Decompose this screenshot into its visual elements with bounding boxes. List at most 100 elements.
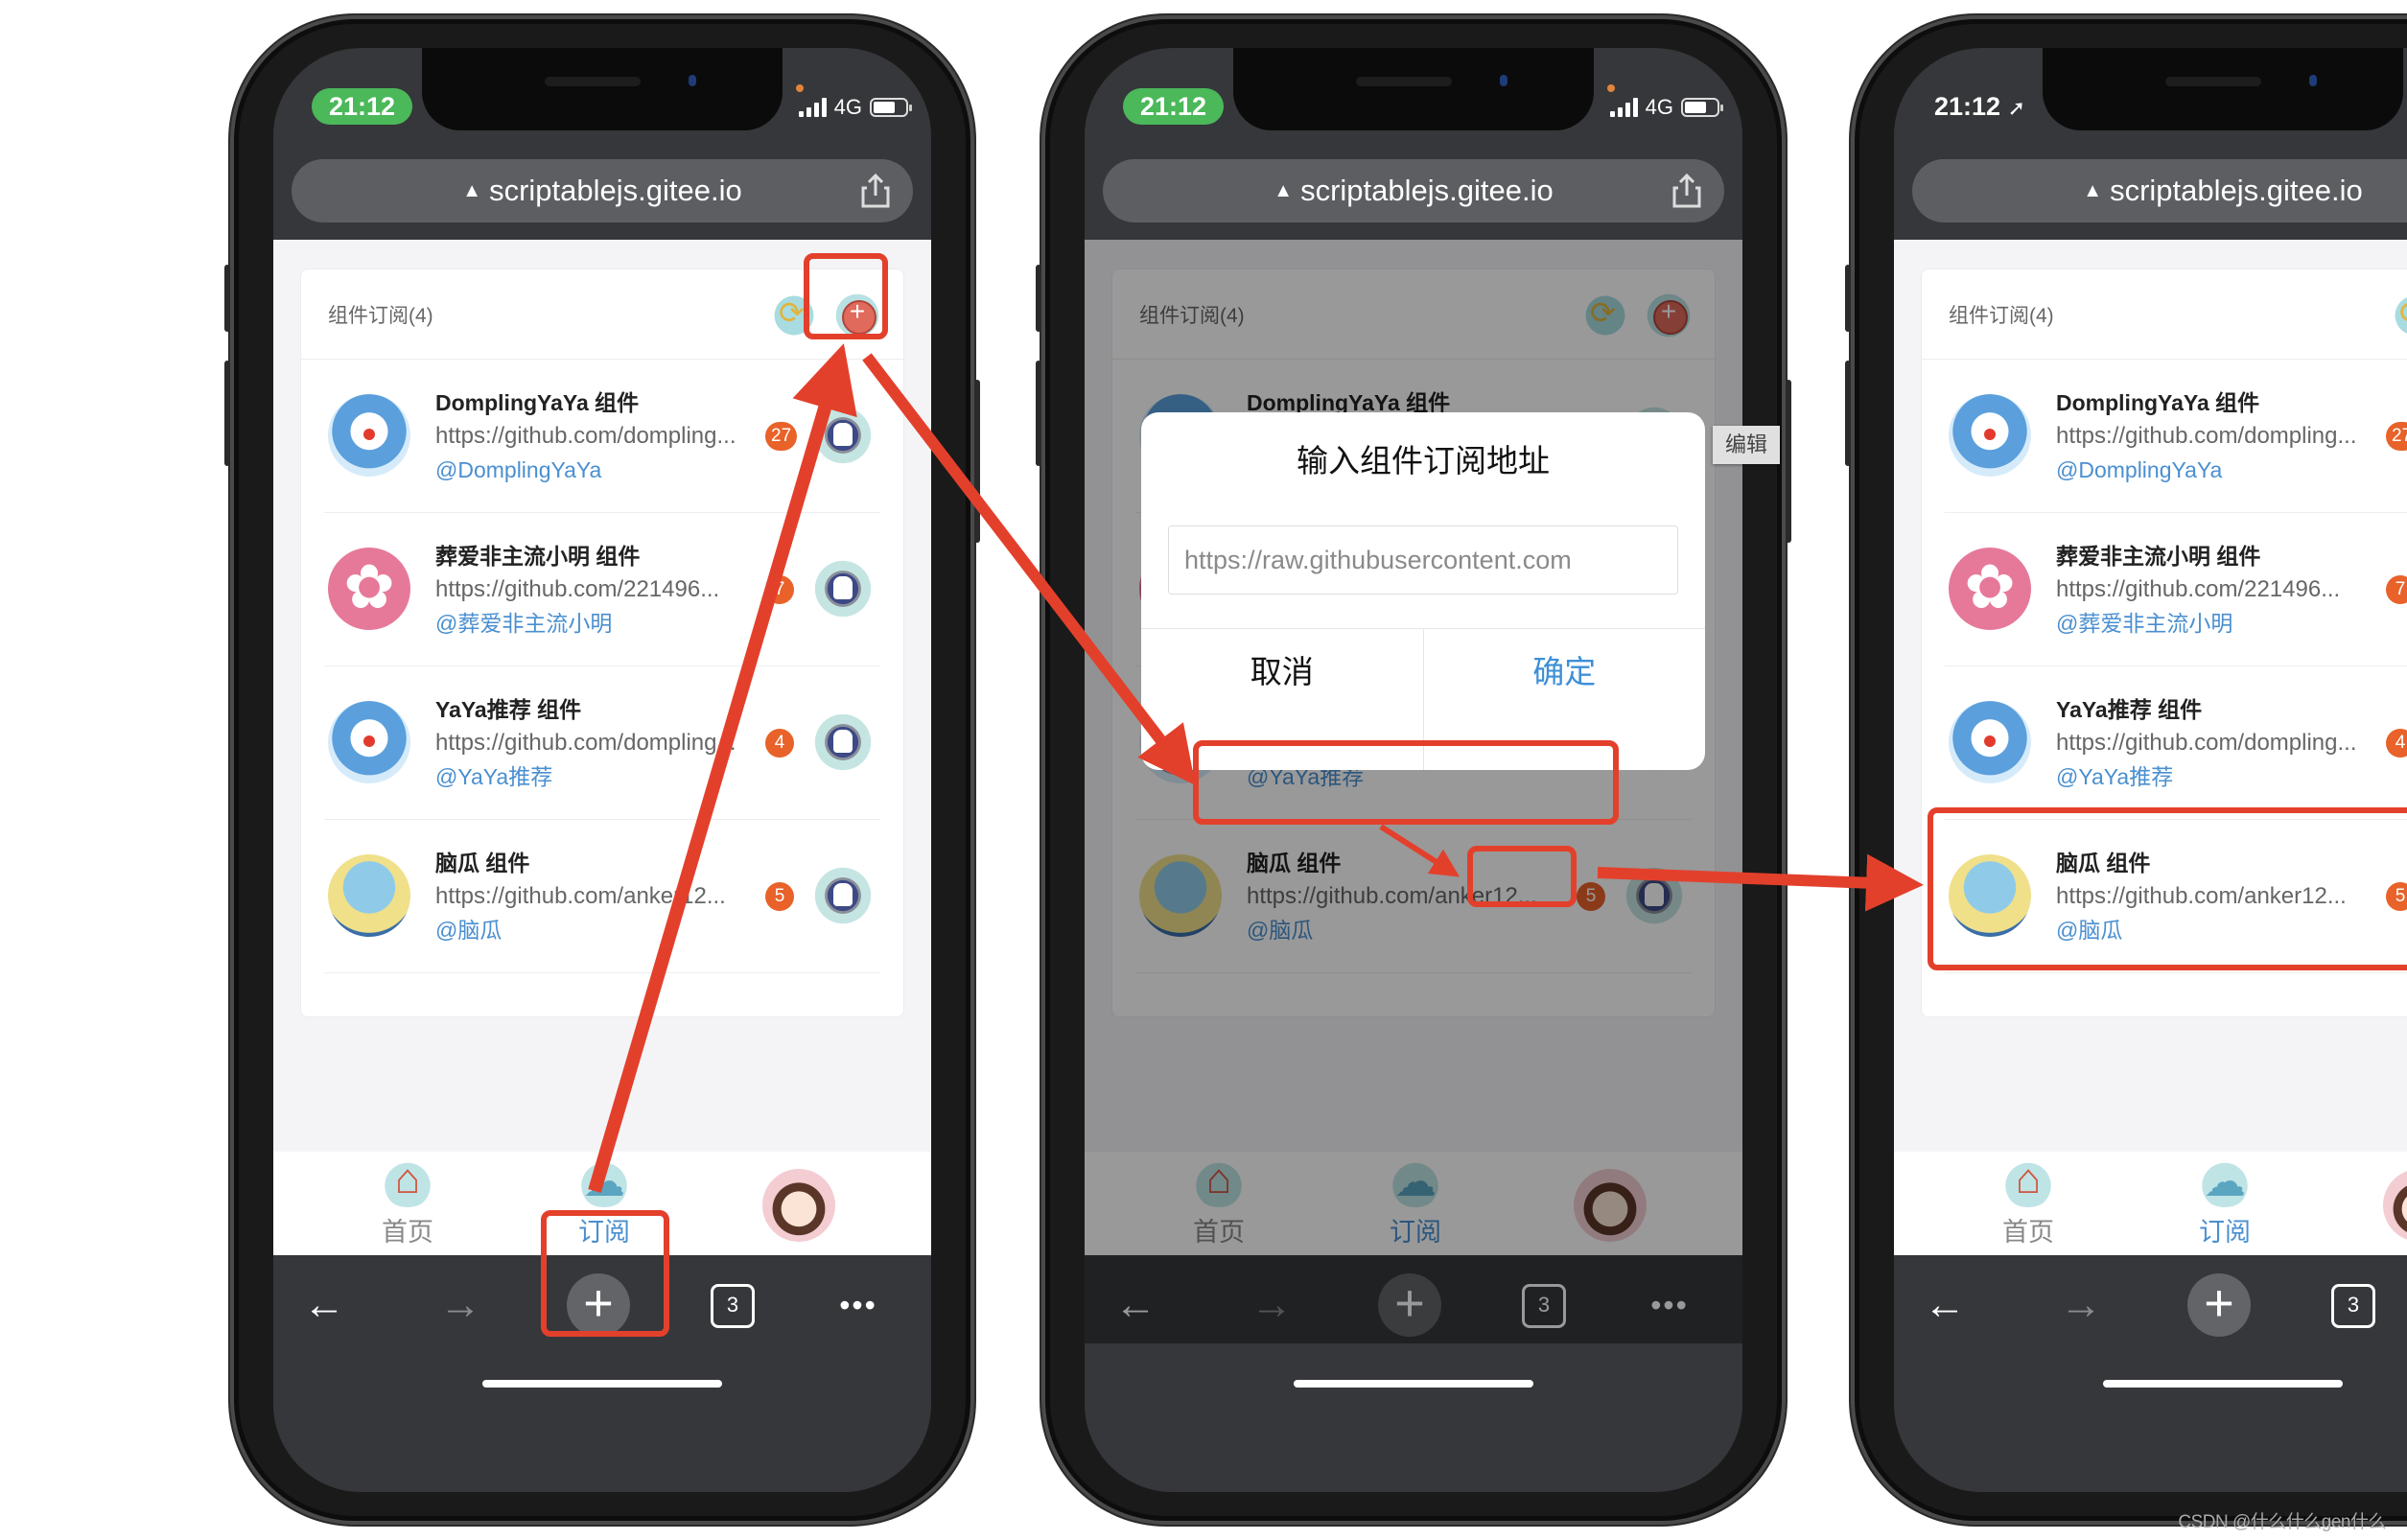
network-type: 4G bbox=[1645, 95, 1673, 119]
address-bar[interactable]: ▲ scriptablejs.gitee.io bbox=[292, 159, 913, 222]
subscription-url-input[interactable] bbox=[1168, 525, 1678, 595]
more-button[interactable]: ••• bbox=[820, 1276, 897, 1334]
address-bar[interactable]: ▲ scriptablejs.gitee.io bbox=[1912, 159, 2407, 222]
item-url: https://github.com/dompling... bbox=[2056, 730, 2357, 756]
forward-button[interactable]: → bbox=[2047, 1276, 2115, 1334]
item-author[interactable]: @葬爱非主流小明 bbox=[2056, 607, 2395, 640]
list-item[interactable]: DomplingYaYa 组件 https://github.com/dompli… bbox=[324, 360, 880, 513]
url-text: scriptablejs.gitee.io bbox=[1300, 174, 1554, 207]
github-icon[interactable] bbox=[811, 864, 875, 927]
power-button bbox=[974, 380, 980, 543]
count-badge: 4 bbox=[2386, 729, 2407, 758]
refresh-cloud-icon[interactable] bbox=[2390, 291, 2407, 340]
modal-overlay[interactable] bbox=[1085, 240, 1742, 1343]
item-author[interactable]: @葬爱非主流小明 bbox=[435, 607, 775, 640]
item-author[interactable]: @DomplingYaYa bbox=[435, 454, 775, 486]
battery-icon bbox=[870, 98, 912, 117]
item-url: https://github.com/221496... bbox=[435, 576, 720, 602]
count-badge: 5 bbox=[2386, 882, 2407, 911]
signal-icon bbox=[798, 98, 827, 117]
url-text: scriptablejs.gitee.io bbox=[2110, 174, 2363, 207]
dialog-buttons: 取消 确定 bbox=[1141, 628, 1705, 770]
address-bar[interactable]: ▲ scriptablejs.gitee.io bbox=[1103, 159, 1724, 222]
watermark: CSDN @什么什么gen什么 bbox=[2178, 1512, 2386, 1532]
avatar-doraemon bbox=[328, 394, 410, 477]
item-title: DomplingYaYa 组件 bbox=[2056, 390, 2260, 415]
item-title: 葬爱非主流小明 组件 bbox=[435, 544, 641, 569]
cancel-button[interactable]: 取消 bbox=[1141, 629, 1424, 770]
item-url: https://github.com/dompling... bbox=[435, 423, 736, 449]
item-author[interactable]: @脑瓜 bbox=[435, 914, 775, 946]
refresh-cloud-icon[interactable] bbox=[769, 291, 819, 340]
list-item[interactable]: 葬爱非主流小明 组件 https://github.com/221496... @葬… bbox=[324, 513, 880, 666]
github-icon[interactable] bbox=[811, 404, 875, 467]
tab-profile-avatar[interactable] bbox=[762, 1169, 835, 1242]
volume-up-button bbox=[1036, 361, 1041, 466]
volume-up-button bbox=[1845, 361, 1851, 466]
item-url: https://github.com/anker12... bbox=[435, 883, 726, 909]
tabs-button[interactable]: 3 bbox=[2331, 1284, 2375, 1328]
home-icon bbox=[381, 1155, 434, 1207]
status-time: 21:12 ➚ bbox=[1932, 88, 2027, 125]
avatar-doraemon bbox=[1949, 394, 2031, 477]
tab-home[interactable]: 首页 bbox=[350, 1155, 465, 1251]
edit-tooltip: 编辑 bbox=[1713, 426, 1780, 464]
browser-toolbar: ← → + 3 ••• bbox=[273, 1255, 931, 1492]
browser-toolbar: ← → + 3 bbox=[1894, 1255, 2407, 1492]
count-badge: 4 bbox=[765, 729, 794, 758]
signal-icon bbox=[1609, 98, 1638, 117]
tab-subscribe-label: 订阅 bbox=[2199, 1218, 2251, 1247]
screen: 21:12 4G ▲ scriptablejs.gitee.io 组件订阅(4) bbox=[273, 48, 931, 1492]
item-author[interactable]: @YaYa推荐 bbox=[435, 760, 775, 793]
new-tab-button[interactable]: + bbox=[2187, 1273, 2251, 1337]
share-icon[interactable] bbox=[859, 173, 892, 209]
status-icons: 4G bbox=[1609, 90, 1723, 125]
tab-profile-avatar[interactable] bbox=[2383, 1169, 2407, 1242]
confirm-button[interactable]: 确定 bbox=[1424, 629, 1706, 770]
back-button[interactable]: ← bbox=[291, 1276, 358, 1334]
github-icon[interactable] bbox=[811, 711, 875, 774]
tab-home-label: 首页 bbox=[2002, 1218, 2054, 1247]
forward-button[interactable]: → bbox=[427, 1276, 494, 1334]
list-item[interactable]: DomplingYaYa 组件 https://github.com/dompli… bbox=[1945, 360, 2407, 513]
share-icon[interactable] bbox=[1671, 173, 1703, 209]
card-title: 组件订阅(4) bbox=[1949, 305, 2054, 327]
list-item[interactable]: 葬爱非主流小明 组件 https://github.com/221496... @葬… bbox=[1945, 513, 2407, 666]
github-icon[interactable] bbox=[811, 557, 875, 620]
item-author[interactable]: @YaYa推荐 bbox=[2056, 760, 2395, 793]
item-title: 葬爱非主流小明 组件 bbox=[2056, 544, 2261, 569]
item-author[interactable]: @脑瓜 bbox=[2056, 914, 2395, 946]
battery-icon bbox=[1681, 98, 1723, 117]
bottom-tabbar: 首页 订阅 bbox=[273, 1152, 931, 1255]
subscribe-dialog: 输入组件订阅地址 取消 确定 bbox=[1141, 412, 1705, 770]
list-item[interactable]: YaYa推荐 组件 https://github.com/dompling... @… bbox=[1945, 666, 2407, 820]
list-item[interactable]: YaYa推荐 组件 https://github.com/dompling... @… bbox=[324, 666, 880, 820]
bottom-tabbar: 首页 订阅 bbox=[1894, 1152, 2407, 1255]
add-cloud-icon[interactable] bbox=[832, 291, 882, 340]
back-button[interactable]: ← bbox=[1911, 1276, 1978, 1334]
item-title: 脑瓜 组件 bbox=[435, 851, 530, 875]
new-tab-button[interactable]: + bbox=[567, 1273, 630, 1337]
list-item-new[interactable]: 脑瓜 组件 https://github.com/anker12... @脑瓜 5 bbox=[1945, 820, 2407, 973]
warning-triangle-icon: ▲ bbox=[2083, 179, 2103, 201]
warning-triangle-icon: ▲ bbox=[462, 179, 482, 201]
tabs-button[interactable]: 3 bbox=[711, 1284, 755, 1328]
item-author[interactable]: @DomplingYaYa bbox=[2056, 454, 2395, 486]
mute-switch bbox=[1036, 265, 1041, 332]
home-indicator[interactable] bbox=[2103, 1380, 2343, 1388]
home-indicator[interactable] bbox=[1294, 1380, 1533, 1388]
item-url: https://github.com/dompling... bbox=[2056, 423, 2357, 449]
warning-triangle-icon: ▲ bbox=[1274, 179, 1294, 201]
status-icons: 4G bbox=[798, 90, 912, 125]
list-item[interactable]: 脑瓜 组件 https://github.com/anker12... @脑瓜 5 bbox=[324, 820, 880, 973]
home-indicator[interactable] bbox=[482, 1380, 722, 1388]
item-title: YaYa推荐 组件 bbox=[2056, 697, 2203, 722]
count-badge: 5 bbox=[765, 882, 794, 911]
avatar-squirtle bbox=[1949, 854, 2031, 937]
tab-home[interactable]: 首页 bbox=[1971, 1155, 2086, 1251]
card-header: 组件订阅(4) bbox=[1922, 269, 2407, 360]
tab-subscribe[interactable]: 订阅 bbox=[2167, 1157, 2282, 1251]
screen: 21:12 ➚ ▲ scriptablejs.gitee.io 组件订阅(4) … bbox=[1894, 48, 2407, 1492]
notch bbox=[422, 48, 783, 130]
tab-subscribe[interactable]: 订阅 bbox=[547, 1157, 662, 1251]
